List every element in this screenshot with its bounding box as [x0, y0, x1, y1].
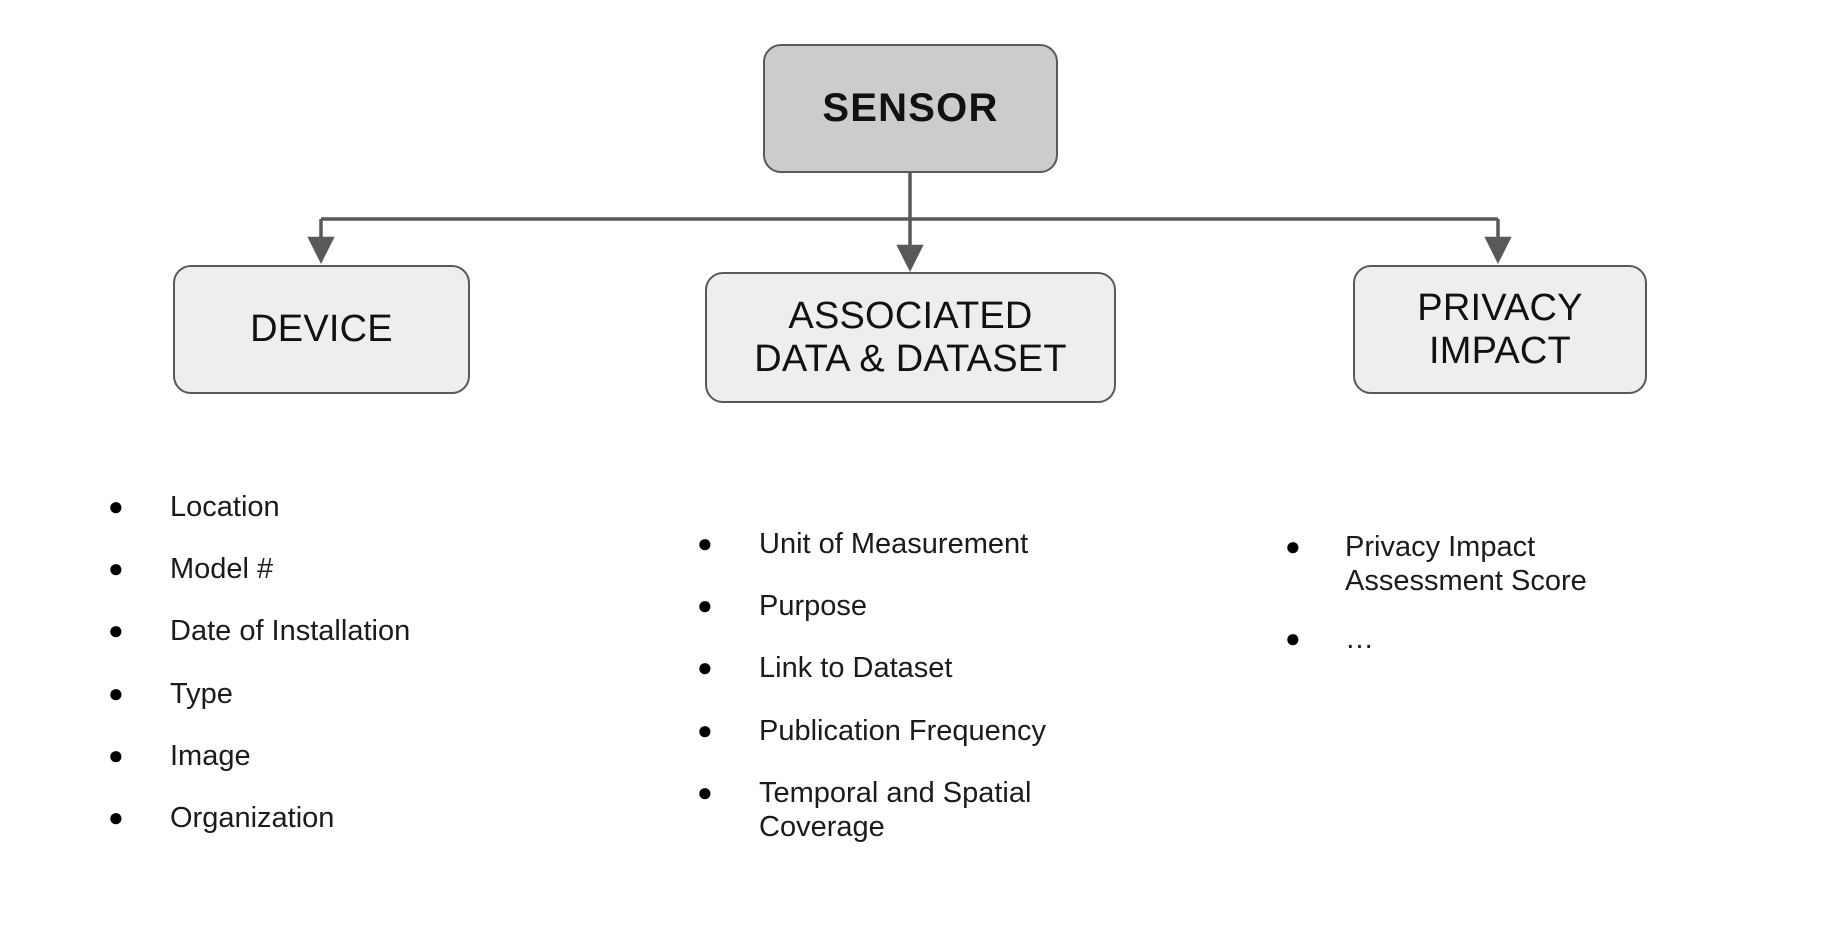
node-privacy-impact[interactable]: PRIVACY IMPACT: [1353, 265, 1647, 394]
bullet-icon: ●: [1285, 623, 1301, 654]
list-item-label: Type: [170, 677, 233, 710]
list-item: ● Image: [108, 739, 538, 773]
attribute-list-associated-data: ● Unit of Measurement ● Purpose ● Link t…: [697, 527, 1137, 872]
list-item-label: Location: [170, 491, 280, 523]
bullet-icon: ●: [697, 590, 713, 621]
list-item-label: Image: [170, 739, 251, 772]
bullet-icon: ●: [108, 739, 124, 770]
list-item: ● Link to Dataset: [697, 651, 1137, 685]
bullet-icon: ●: [108, 615, 124, 646]
list-item-label: Organization: [170, 802, 335, 835]
bullet-icon: ●: [108, 491, 124, 521]
list-item: ● Date of Installation: [108, 614, 538, 648]
list-item-label: Purpose: [759, 590, 868, 623]
list-item: ● Unit of Measurement: [697, 527, 1137, 561]
list-item: ● …: [1285, 622, 1675, 656]
node-device[interactable]: DEVICE: [173, 265, 470, 394]
list-item-label: Privacy Impact Assessment Score: [1345, 531, 1587, 598]
list-item: ● Privacy Impact Assessment Score: [1285, 530, 1675, 598]
list-item: ● Model #: [108, 552, 538, 586]
list-item-label: Unit of Measurement: [759, 528, 1029, 560]
bullet-icon: ●: [1285, 531, 1301, 561]
bullet-icon: ●: [697, 528, 713, 558]
list-item: ● Organization: [108, 801, 538, 835]
attribute-list-device: ● Location ● Model # ● Date of Installat…: [108, 490, 538, 863]
node-privacy-impact-label: PRIVACY IMPACT: [1417, 286, 1583, 372]
node-associated-data-label: ASSOCIATED DATA & DATASET: [754, 294, 1067, 380]
attribute-list-privacy-impact: ● Privacy Impact Assessment Score ● …: [1285, 530, 1675, 681]
node-device-label: DEVICE: [250, 308, 393, 351]
list-item-label: …: [1345, 623, 1375, 656]
list-item-label: Link to Dataset: [759, 652, 953, 685]
node-associated-data[interactable]: ASSOCIATED DATA & DATASET: [705, 272, 1116, 403]
bullet-icon: ●: [697, 776, 713, 807]
bullet-icon: ●: [108, 553, 124, 584]
list-item: ● Purpose: [697, 589, 1137, 623]
list-item-label: Date of Installation: [170, 615, 411, 648]
list-item: ● Publication Frequency: [697, 714, 1137, 748]
list-item-label: Publication Frequency: [759, 714, 1046, 747]
list-item: ● Type: [108, 677, 538, 711]
node-sensor[interactable]: SENSOR: [763, 44, 1058, 173]
bullet-icon: ●: [697, 652, 713, 683]
bullet-icon: ●: [697, 714, 713, 745]
list-item-label: Model #: [170, 553, 274, 586]
list-item-label: Temporal and Spatial Coverage: [759, 776, 1032, 844]
node-sensor-label: SENSOR: [822, 86, 999, 131]
diagram-canvas: SENSOR DEVICE ASSOCIATED DATA & DATASET …: [0, 0, 1826, 932]
list-item: ● Location: [108, 490, 538, 524]
bullet-icon: ●: [108, 677, 124, 708]
list-item: ● Temporal and Spatial Coverage: [697, 776, 1137, 844]
bullet-icon: ●: [108, 802, 124, 833]
